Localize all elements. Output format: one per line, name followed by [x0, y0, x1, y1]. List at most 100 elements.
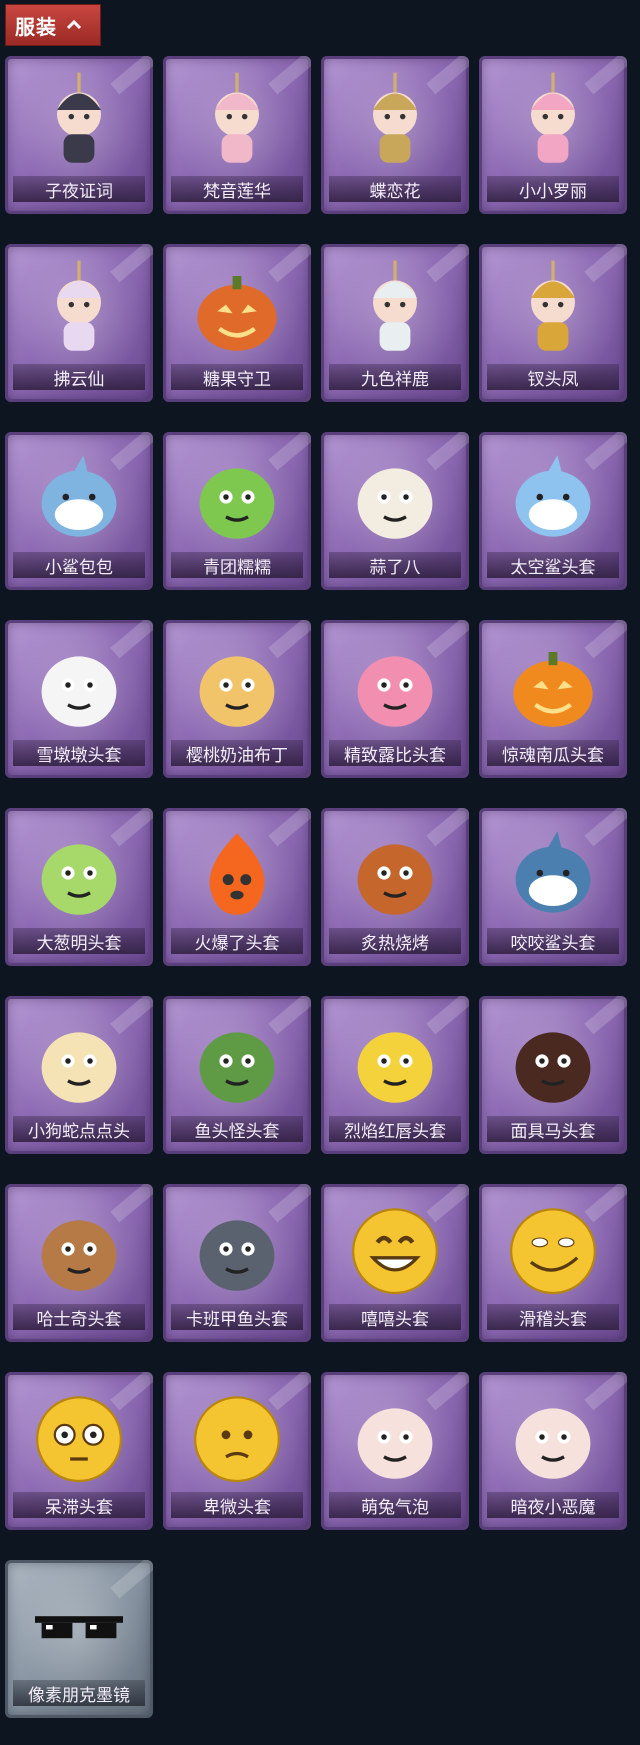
costume-image — [321, 1190, 469, 1308]
costume-card[interactable]: 卡班甲鱼头套 — [163, 1184, 311, 1342]
costume-card[interactable]: 面具马头套 — [479, 996, 627, 1154]
costume-name: 蝶恋花 — [369, 181, 421, 202]
fish-icon — [199, 1220, 275, 1291]
costume-name-bar: 烈焰红唇头套 — [329, 1116, 461, 1142]
costume-card[interactable]: 太空鲨头套 — [479, 432, 627, 590]
costume-name: 雪墩墩头套 — [36, 745, 122, 766]
costume-card[interactable]: 萌兔气泡 — [321, 1372, 469, 1530]
costume-name-bar: 蒜了八 — [329, 552, 461, 578]
costume-card[interactable]: 咬咬鲨头套 — [479, 808, 627, 966]
costume-section-toggle[interactable]: 服装 — [5, 4, 101, 46]
costume-name-bar: 大葱明头套 — [13, 928, 145, 954]
costume-card[interactable]: 嘻嘻头套 — [321, 1184, 469, 1342]
costume-image — [163, 814, 311, 932]
costume-card[interactable]: 哈士奇头套 — [5, 1184, 153, 1342]
costume-name: 小鲨包包 — [45, 557, 113, 578]
costume-name-bar: 精致露比头套 — [329, 740, 461, 766]
meat-icon — [357, 844, 433, 915]
costume-image — [321, 62, 469, 180]
snake-icon — [41, 1032, 117, 1103]
costume-name: 炙热烧烤 — [361, 933, 429, 954]
costume-card[interactable]: 蒜了八 — [321, 432, 469, 590]
costume-image — [5, 250, 153, 368]
costume-image — [5, 1378, 153, 1496]
costume-name-bar: 像素朋克墨镜 — [13, 1680, 145, 1706]
costume-name: 蒜了八 — [369, 557, 421, 578]
costume-card[interactable]: 炙热烧烤 — [321, 808, 469, 966]
costume-card[interactable]: 樱桃奶油布丁 — [163, 620, 311, 778]
costume-name: 面具马头套 — [510, 1121, 596, 1142]
costume-image — [479, 250, 627, 368]
costume-name: 惊魂南瓜头套 — [502, 745, 604, 766]
costume-name-bar: 鱼头怪头套 — [171, 1116, 303, 1142]
bubble-head-icon — [357, 1408, 433, 1479]
costume-name: 火爆了头套 — [194, 933, 280, 954]
snowman-head-icon — [41, 656, 117, 727]
costume-card[interactable]: 暗夜小恶魔 — [479, 1372, 627, 1530]
costume-name-bar: 哈士奇头套 — [13, 1304, 145, 1330]
costume-image — [5, 626, 153, 744]
costume-image — [5, 1002, 153, 1120]
costume-name-bar: 小鲨包包 — [13, 552, 145, 578]
costume-name: 卑微头套 — [203, 1497, 271, 1518]
costume-card[interactable]: 梵音莲华 — [163, 56, 311, 214]
costume-image — [163, 250, 311, 368]
costume-card[interactable]: 火爆了头套 — [163, 808, 311, 966]
costume-card[interactable]: 九色祥鹿 — [321, 244, 469, 402]
costume-card[interactable]: 惊魂南瓜头套 — [479, 620, 627, 778]
costume-card[interactable]: 蝶恋花 — [321, 56, 469, 214]
costume-name: 滑稽头套 — [519, 1309, 587, 1330]
costume-card[interactable]: 青团糯糯 — [163, 432, 311, 590]
costume-name-bar: 子夜证词 — [13, 176, 145, 202]
costume-name-bar: 拂云仙 — [13, 364, 145, 390]
pumpkin-icon — [513, 652, 593, 727]
costume-image — [479, 438, 627, 556]
costume-card[interactable]: 卑微头套 — [163, 1372, 311, 1530]
costume-name-bar: 暗夜小恶魔 — [487, 1492, 619, 1518]
costume-image — [163, 438, 311, 556]
costume-name-bar: 呆滞头套 — [13, 1492, 145, 1518]
costume-name-bar: 九色祥鹿 — [329, 364, 461, 390]
costume-name-bar: 火爆了头套 — [171, 928, 303, 954]
costume-name-bar: 钗头凤 — [487, 364, 619, 390]
costume-image — [479, 626, 627, 744]
costume-card[interactable]: 拂云仙 — [5, 244, 153, 402]
costume-name-bar: 惊魂南瓜头套 — [487, 740, 619, 766]
costume-image — [163, 1378, 311, 1496]
deer-icon — [373, 260, 417, 351]
costume-card[interactable]: 子夜证词 — [5, 56, 153, 214]
costume-name-bar: 樱桃奶油布丁 — [171, 740, 303, 766]
costume-name: 咬咬鲨头套 — [510, 933, 596, 954]
costume-card[interactable]: 像素朋克墨镜 — [5, 1560, 153, 1718]
costume-card[interactable]: 烈焰红唇头套 — [321, 996, 469, 1154]
costume-image — [321, 250, 469, 368]
costume-card[interactable]: 小小罗丽 — [479, 56, 627, 214]
costume-image — [5, 1190, 153, 1308]
costume-name: 精致露比头套 — [344, 745, 446, 766]
costume-card[interactable]: 小鲨包包 — [5, 432, 153, 590]
costume-card[interactable]: 雪墩墩头套 — [5, 620, 153, 778]
costume-name: 九色祥鹿 — [361, 369, 429, 390]
costume-card[interactable]: 钗头凤 — [479, 244, 627, 402]
horse-head-icon — [515, 1032, 591, 1103]
costume-card[interactable]: 大葱明头套 — [5, 808, 153, 966]
costume-card[interactable]: 精致露比头套 — [321, 620, 469, 778]
pink-creature-icon — [357, 656, 433, 727]
costume-image — [479, 814, 627, 932]
costume-card[interactable]: 呆滞头套 — [5, 1372, 153, 1530]
costume-name-bar: 滑稽头套 — [487, 1304, 619, 1330]
costume-card[interactable]: 滑稽头套 — [479, 1184, 627, 1342]
costume-image — [163, 1190, 311, 1308]
costume-card[interactable]: 小狗蛇点点头 — [5, 996, 153, 1154]
fish-head-icon — [199, 1032, 275, 1103]
pixel-sunglasses-icon — [35, 1616, 123, 1639]
costume-card[interactable]: 鱼头怪头套 — [163, 996, 311, 1154]
rice-ball-icon — [199, 468, 275, 539]
costume-image — [479, 1002, 627, 1120]
costume-name: 子夜证词 — [45, 181, 113, 202]
devil-head-icon — [515, 1408, 591, 1479]
shark-head-icon — [515, 455, 591, 537]
costume-name-bar: 面具马头套 — [487, 1116, 619, 1142]
costume-name: 青团糯糯 — [203, 557, 271, 578]
costume-card[interactable]: 糖果守卫 — [163, 244, 311, 402]
